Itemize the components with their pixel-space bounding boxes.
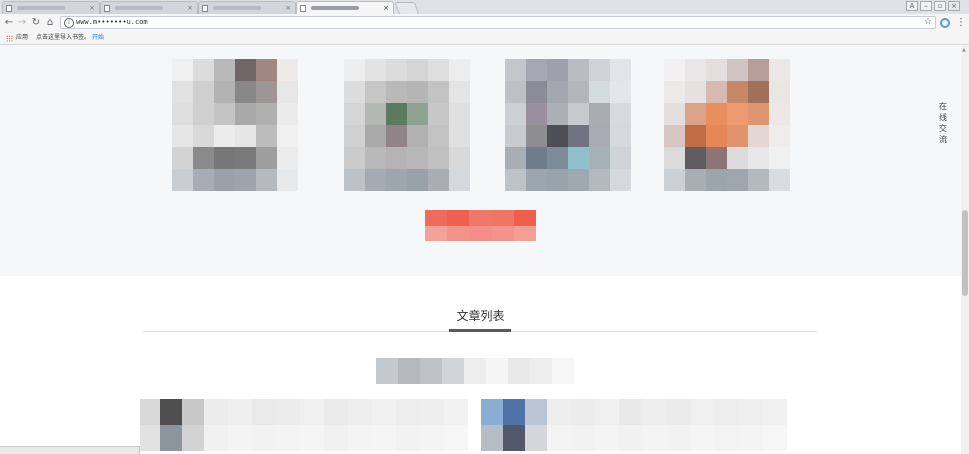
import-bookmarks-link[interactable]: 点击这里导入书签。 [36, 32, 90, 44]
back-arrow-icon[interactable]: ← [3, 16, 15, 29]
feature-image[interactable] [505, 59, 631, 191]
page-scrollbar[interactable]: ▲ [961, 45, 969, 454]
status-bar [0, 446, 140, 454]
tab-title [17, 5, 65, 10]
feature-image[interactable] [664, 59, 790, 191]
browser-tab-active[interactable]: × [296, 1, 394, 14]
browser-tab-strip: × × × × A – ▫ × [0, 0, 969, 15]
browser-tab[interactable]: × [100, 1, 198, 14]
hero-section [0, 45, 961, 276]
page-icon [300, 5, 306, 12]
article-item[interactable] [481, 425, 787, 451]
article-heading[interactable] [376, 358, 574, 384]
apps-bookmark[interactable]: 应用 [16, 32, 28, 44]
close-icon[interactable]: × [383, 2, 389, 14]
start-link[interactable]: 开始 [92, 32, 104, 44]
url-text: www.m•••••••u.com [76, 18, 148, 26]
reload-icon[interactable]: ↻ [30, 16, 42, 29]
extension-icon[interactable] [940, 18, 950, 28]
home-icon[interactable]: ⌂ [44, 16, 56, 29]
apps-grid-icon[interactable] [6, 35, 13, 42]
feature-image[interactable] [172, 59, 298, 191]
primary-cta-button[interactable] [425, 210, 536, 241]
forward-arrow-icon[interactable]: → [16, 16, 28, 29]
page-icon [6, 5, 12, 12]
bookmark-star-icon[interactable]: ☆ [924, 17, 932, 28]
section-title-underline [449, 329, 511, 332]
page-icon [202, 5, 208, 12]
user-icon[interactable]: A [906, 1, 918, 11]
page-icon [104, 5, 110, 12]
page-content: 在线交流 文章列表 [0, 45, 969, 454]
scrollbar-thumb[interactable] [962, 210, 968, 296]
browser-tab[interactable]: × [198, 1, 296, 14]
close-icon[interactable]: × [89, 2, 95, 14]
feature-image[interactable] [344, 59, 470, 191]
maximize-icon[interactable]: ▫ [934, 1, 946, 11]
cta-label [425, 210, 536, 241]
browser-menu-icon[interactable]: ⋮ [956, 16, 966, 29]
section-title: 文章列表 [456, 309, 505, 323]
browser-toolbar: ← → ↻ ⌂ i www.m•••••••u.com ☆ ⋮ [0, 14, 969, 32]
scroll-up-arrow-icon[interactable]: ▲ [962, 47, 966, 53]
online-chat-button[interactable]: 在线交流 [937, 101, 949, 145]
tab-title [213, 5, 261, 10]
article-item[interactable] [140, 425, 468, 451]
close-icon[interactable]: × [187, 2, 193, 14]
bookmarks-bar: 应用 点击这里导入书签。 开始 [0, 32, 969, 45]
article-item[interactable] [140, 399, 468, 425]
article-item[interactable] [481, 399, 787, 425]
browser-tab[interactable]: × [2, 1, 100, 14]
close-window-icon[interactable]: × [948, 1, 960, 11]
tab-title [115, 5, 163, 10]
info-icon[interactable]: i [64, 18, 74, 28]
close-icon[interactable]: × [285, 2, 291, 14]
address-bar[interactable]: i www.m•••••••u.com ☆ [60, 16, 936, 29]
minimize-icon[interactable]: – [920, 1, 932, 11]
tab-title [311, 5, 359, 10]
